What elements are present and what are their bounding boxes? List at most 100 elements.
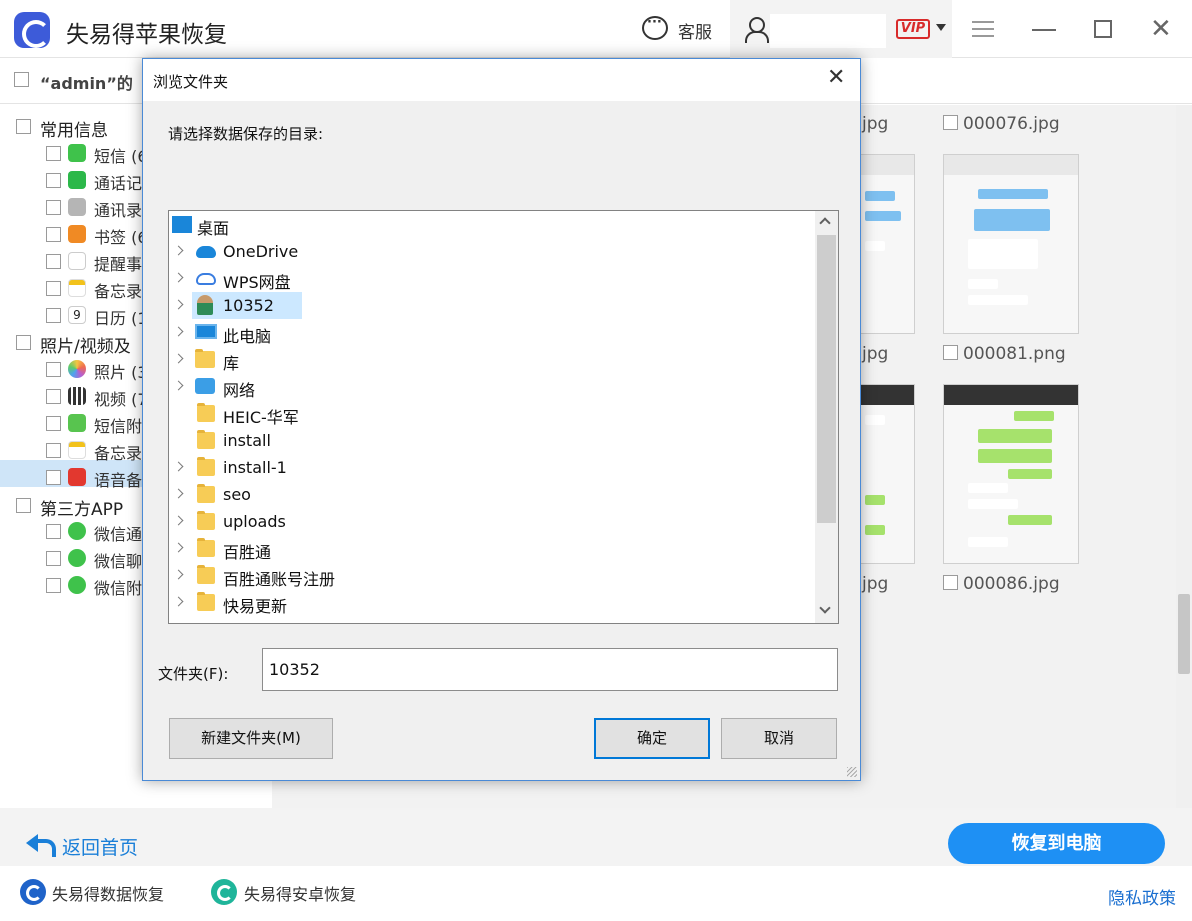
sidebar-item-bookmarks[interactable]: 书签 (6 xyxy=(94,224,148,248)
tree-item-folder[interactable]: install xyxy=(169,427,815,454)
sidebar-item-wechat-contacts[interactable]: 微信通 xyxy=(94,521,142,545)
item-checkbox[interactable] xyxy=(46,227,61,242)
sidebar-item-notes-attachments[interactable]: 备忘录 xyxy=(94,440,142,464)
close-icon[interactable]: ✕ xyxy=(827,67,845,89)
select-all-checkbox[interactable] xyxy=(14,72,29,87)
cancel-button[interactable]: 取消 xyxy=(721,718,837,759)
tree-item-folder[interactable]: install-1 xyxy=(169,454,815,481)
privacy-policy-link[interactable]: 隐私政策 xyxy=(1108,884,1176,909)
category-photos-videos[interactable]: 照片/视频及 xyxy=(40,332,131,357)
chevron-right-icon[interactable] xyxy=(173,245,184,256)
sidebar-item-sms-attachments[interactable]: 短信附 xyxy=(94,413,142,437)
file-name[interactable]: 000076.jpg xyxy=(963,114,1060,134)
file-thumbnail[interactable] xyxy=(943,384,1079,564)
sidebar-item-wechat-chats[interactable]: 微信聊 xyxy=(94,548,142,572)
tree-item-onedrive[interactable]: OneDrive xyxy=(169,238,815,265)
data-recovery-logo-icon[interactable] xyxy=(20,879,46,905)
tree-scroll-thumb[interactable] xyxy=(817,235,836,523)
item-checkbox[interactable] xyxy=(46,578,61,593)
sidebar-item-notes[interactable]: 备忘录 xyxy=(94,278,142,302)
maximize-icon[interactable] xyxy=(1094,20,1112,38)
back-arrow-icon[interactable] xyxy=(26,834,56,857)
category-checkbox[interactable] xyxy=(16,335,31,350)
item-checkbox[interactable] xyxy=(46,524,61,539)
tree-item-wps-drive[interactable]: WPS网盘 xyxy=(169,265,815,292)
file-name[interactable]: 000086.jpg xyxy=(963,574,1060,594)
data-recovery-link[interactable]: 失易得数据恢复 xyxy=(52,881,164,905)
recover-to-pc-button[interactable]: 恢复到电脑 xyxy=(948,823,1165,864)
chevron-right-icon[interactable] xyxy=(173,299,184,310)
item-checkbox[interactable] xyxy=(46,389,61,404)
user-icon[interactable] xyxy=(744,17,769,43)
sidebar-item-voice-memos[interactable]: 语音备 xyxy=(94,467,142,491)
file-checkbox[interactable] xyxy=(943,115,958,130)
tree-item-library[interactable]: 库 xyxy=(169,346,815,373)
vip-badge[interactable]: VIP xyxy=(896,19,930,39)
file-checkbox[interactable] xyxy=(943,575,958,590)
chevron-right-icon[interactable] xyxy=(173,515,184,526)
item-checkbox[interactable] xyxy=(46,470,61,485)
android-recovery-link[interactable]: 失易得安卓恢复 xyxy=(244,881,356,905)
content-scrollbar[interactable] xyxy=(1176,105,1192,808)
tree-item-desktop[interactable]: 桌面 xyxy=(169,211,815,238)
android-recovery-logo-icon[interactable] xyxy=(211,879,237,905)
chat-icon[interactable] xyxy=(642,15,668,40)
folder-tree[interactable]: 桌面 OneDrive WPS网盘 10352 此电脑 库 网络 HEIC-华军… xyxy=(168,210,839,624)
tree-item-folder[interactable]: 百胜通账号注册 xyxy=(169,562,815,589)
file-name[interactable]: 000081.png xyxy=(963,344,1066,364)
item-checkbox[interactable] xyxy=(46,254,61,269)
tree-item-folder[interactable]: 百胜通 xyxy=(169,535,815,562)
back-home-button[interactable]: 返回首页 xyxy=(62,833,138,860)
sidebar-item-reminders[interactable]: 提醒事 xyxy=(94,251,142,275)
sidebar-item-calls[interactable]: 通话记 xyxy=(94,170,142,194)
item-checkbox[interactable] xyxy=(46,200,61,215)
menu-icon[interactable] xyxy=(972,21,994,37)
file-checkbox[interactable] xyxy=(943,345,958,360)
chevron-right-icon[interactable] xyxy=(173,542,184,553)
file-thumbnail[interactable] xyxy=(860,384,915,564)
sidebar-item-sms[interactable]: 短信 (6 xyxy=(94,143,148,167)
item-checkbox[interactable] xyxy=(46,443,61,458)
chevron-right-icon[interactable] xyxy=(173,569,184,580)
service-button[interactable]: 客服 xyxy=(678,18,712,43)
item-checkbox[interactable] xyxy=(46,146,61,161)
sidebar-item-contacts[interactable]: 通讯录 xyxy=(94,197,142,221)
tree-item-folder[interactable]: HEIC-华军 xyxy=(169,400,815,427)
minimize-icon[interactable] xyxy=(1032,29,1056,31)
file-name[interactable]: jpg xyxy=(862,574,888,594)
item-checkbox[interactable] xyxy=(46,281,61,296)
chevron-right-icon[interactable] xyxy=(173,380,184,391)
tree-item-network[interactable]: 网络 xyxy=(169,373,815,400)
new-folder-button[interactable]: 新建文件夹(M) xyxy=(169,718,333,759)
tree-item-folder[interactable]: 快易更新 xyxy=(169,589,815,616)
item-checkbox[interactable] xyxy=(46,308,61,323)
category-checkbox[interactable] xyxy=(16,119,31,134)
tree-item-this-pc[interactable]: 此电脑 xyxy=(169,319,815,346)
chevron-right-icon[interactable] xyxy=(173,353,184,364)
sidebar-item-videos[interactable]: 视频 (7 xyxy=(94,386,148,410)
item-checkbox[interactable] xyxy=(46,416,61,431)
close-icon[interactable]: ✕ xyxy=(1150,16,1172,42)
file-thumbnail[interactable] xyxy=(860,154,915,334)
item-checkbox[interactable] xyxy=(46,173,61,188)
folder-input[interactable] xyxy=(262,648,838,691)
chevron-right-icon[interactable] xyxy=(173,272,184,283)
file-name[interactable]: jpg xyxy=(862,114,888,134)
item-checkbox[interactable] xyxy=(46,551,61,566)
resize-grip-icon[interactable] xyxy=(847,767,857,777)
content-scroll-thumb[interactable] xyxy=(1178,594,1190,674)
tree-item-folder[interactable]: uploads xyxy=(169,508,815,535)
chevron-right-icon[interactable] xyxy=(173,488,184,499)
sidebar-item-photos[interactable]: 照片 (3 xyxy=(94,359,148,383)
ok-button[interactable]: 确定 xyxy=(594,718,710,759)
sidebar-item-calendar[interactable]: 日历 (1 xyxy=(94,305,148,329)
chevron-right-icon[interactable] xyxy=(173,326,184,337)
tree-item-user-folder[interactable]: 10352 xyxy=(169,292,815,319)
category-common-info[interactable]: 常用信息 xyxy=(40,116,108,141)
category-third-party-apps[interactable]: 第三方APP xyxy=(40,495,123,520)
file-name[interactable]: jpg xyxy=(862,344,888,364)
file-thumbnail[interactable] xyxy=(943,154,1079,334)
tree-item-folder[interactable]: seo xyxy=(169,481,815,508)
chevron-down-icon[interactable] xyxy=(936,24,946,31)
chevron-right-icon[interactable] xyxy=(173,596,184,607)
